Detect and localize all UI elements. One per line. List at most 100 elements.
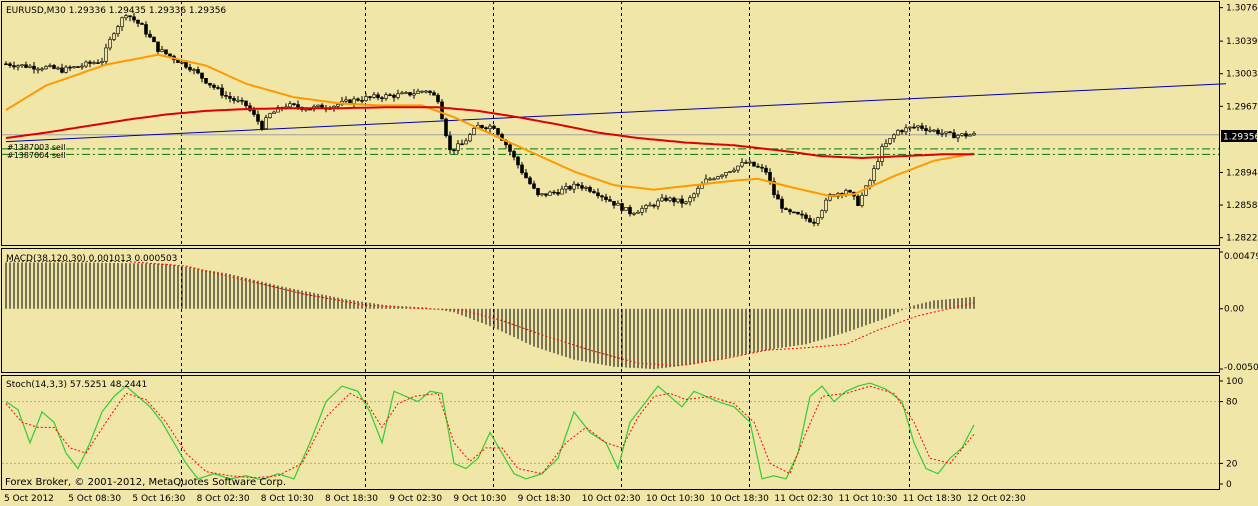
candle-body <box>420 90 424 93</box>
candle-body <box>948 131 952 134</box>
candle-body <box>336 104 340 107</box>
candle-body <box>616 203 620 206</box>
candle-body <box>796 211 800 215</box>
candle-body <box>960 133 964 136</box>
price-tick-label: 1.30760 <box>1226 4 1258 14</box>
candle-body <box>200 72 204 79</box>
candle-body <box>964 133 968 137</box>
candle-body <box>264 117 268 130</box>
candle-body <box>388 94 392 97</box>
candle-body <box>92 62 96 64</box>
candle-body <box>412 93 416 96</box>
x-axis-label: 11 Oct 18:30 <box>903 494 962 504</box>
candle-body <box>804 214 808 219</box>
candle-body <box>764 167 768 173</box>
price-tick-label: 1.28940 <box>1226 168 1258 178</box>
candle-body <box>40 68 44 71</box>
candle-body <box>692 193 696 198</box>
candle-body <box>108 39 112 49</box>
candle-body <box>64 66 68 73</box>
candle-body <box>752 161 756 167</box>
candle-body <box>644 205 648 209</box>
candle-body <box>568 186 572 190</box>
candle-body <box>452 149 456 152</box>
stoch-panel-frame <box>1 375 1220 490</box>
candle-body <box>908 126 912 129</box>
candle-body <box>216 87 220 89</box>
candle-body <box>392 94 396 98</box>
macd-tick-label: -0.00509 <box>1224 363 1258 373</box>
candle-body <box>480 124 484 128</box>
candle-body <box>432 92 436 96</box>
candle-body <box>580 185 584 189</box>
candle-body <box>872 168 876 181</box>
candle-body <box>68 66 72 69</box>
candle-body <box>536 188 540 196</box>
candle-body <box>260 121 264 130</box>
candle-body <box>664 197 668 201</box>
candle-body <box>464 140 468 145</box>
macd-tick-label: 0.00 <box>1224 305 1244 315</box>
candle-body <box>104 47 108 62</box>
candle-body <box>292 103 296 105</box>
candle-body <box>812 221 816 224</box>
price-tick-label: 1.28580 <box>1226 201 1258 211</box>
candle-body <box>132 16 136 21</box>
candle-body <box>236 99 240 102</box>
candle-body <box>12 65 16 68</box>
candle-body <box>84 61 88 67</box>
candle-body <box>48 65 52 67</box>
candle-body <box>268 113 272 119</box>
chart-window[interactable]: 5 Oct 2012 5 Oct 08:30 5 Oct 16:30 8 Oct 02… <box>0 0 1258 506</box>
candle-body <box>212 84 216 88</box>
candle-body <box>232 98 236 101</box>
candle-body <box>272 111 276 114</box>
copyright-text: Forex Broker, © 2001-2012, MetaQuotes So… <box>5 477 286 488</box>
candle-body <box>240 99 244 102</box>
candle-body <box>648 204 652 207</box>
axis-labels: 5 Oct 2012 5 Oct 08:30 5 Oct 16:30 8 Oct 02… <box>4 4 1258 504</box>
candle-body <box>136 19 140 24</box>
candle-body <box>384 94 388 99</box>
candle-body <box>892 134 896 139</box>
candle-body <box>372 94 376 98</box>
candle-body <box>868 180 872 187</box>
candle-body <box>876 161 880 169</box>
candle-body <box>576 183 580 186</box>
candle-body <box>652 204 656 207</box>
candle-body <box>396 93 400 98</box>
candle-body <box>604 196 608 200</box>
x-axis-label: 12 Oct 02:30 <box>967 494 1026 504</box>
chart-canvas[interactable]: 5 Oct 2012 5 Oct 08:30 5 Oct 16:30 8 Oct 02… <box>0 0 1258 506</box>
candle-body <box>196 69 200 74</box>
stoch-tick-label: 20 <box>1226 459 1238 469</box>
candle-body <box>404 92 408 94</box>
candle-body <box>296 104 300 108</box>
candle-body <box>88 61 92 64</box>
candle-body <box>528 177 532 185</box>
candle-body <box>956 135 960 139</box>
candle-body <box>788 209 792 213</box>
candle-body <box>600 195 604 198</box>
candle-body <box>824 199 828 212</box>
candle-body <box>564 186 568 190</box>
candle-body <box>380 97 384 100</box>
stoch-layer <box>5 382 975 481</box>
candle-body <box>728 171 732 173</box>
candle-body <box>408 92 412 96</box>
candle-body <box>468 134 472 142</box>
candle-body <box>572 183 576 190</box>
candle-body <box>124 15 128 19</box>
candle-body <box>524 172 528 179</box>
x-axis-label: 8 Oct 18:30 <box>325 494 378 504</box>
candle-body <box>424 90 428 93</box>
candle-body <box>76 66 80 68</box>
candle-body <box>848 190 852 193</box>
macd-layer <box>5 260 975 370</box>
candle-body <box>884 143 888 147</box>
candle-body <box>940 132 944 135</box>
candle-body <box>676 198 680 203</box>
price-panel-frame <box>1 1 1220 246</box>
candle-body <box>252 110 256 115</box>
candle-body <box>368 96 372 98</box>
